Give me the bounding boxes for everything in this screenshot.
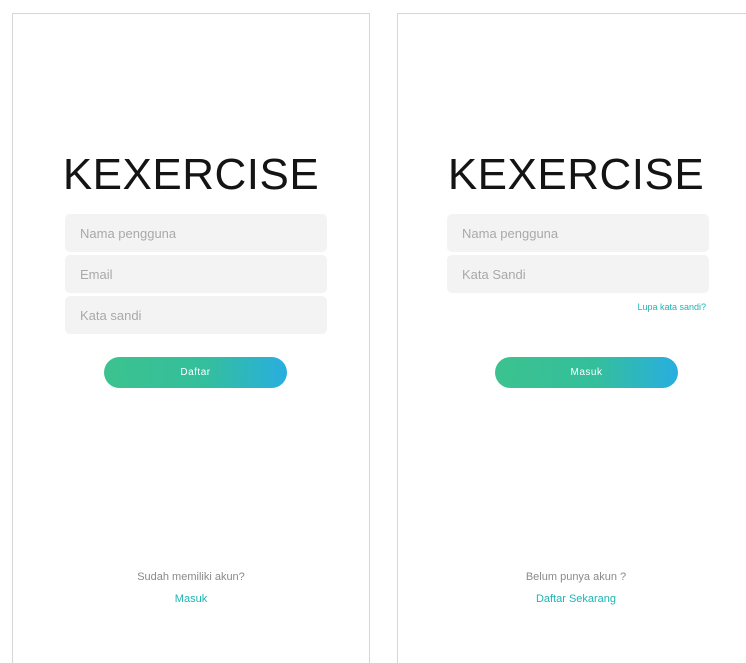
password-input[interactable] [447,255,709,293]
login-link[interactable]: Masuk [175,593,207,605]
register-screen: KEXERCISE Daftar Sudah memiliki akun? Ma… [12,13,370,663]
email-input[interactable] [65,255,327,293]
login-screen: KEXERCISE Lupa kata sandi? Masuk Belum p… [397,13,746,663]
password-input[interactable] [65,296,327,334]
login-link-row: Masuk [13,593,369,605]
login-button[interactable]: Masuk [495,357,678,388]
register-button[interactable]: Daftar [104,357,287,388]
no-account-text: Belum punya akun ? [525,571,627,583]
app-logo: KEXERCISE [447,150,705,199]
forgot-password-link[interactable]: Lupa kata sandi? [637,302,706,312]
register-link-row: Daftar Sekarang [398,593,746,605]
app-logo: KEXERCISE [62,150,320,199]
register-now-link[interactable]: Daftar Sekarang [536,593,616,605]
have-account-text: Sudah memiliki akun? [137,571,245,583]
username-input[interactable] [65,214,327,252]
username-input[interactable] [447,214,709,252]
